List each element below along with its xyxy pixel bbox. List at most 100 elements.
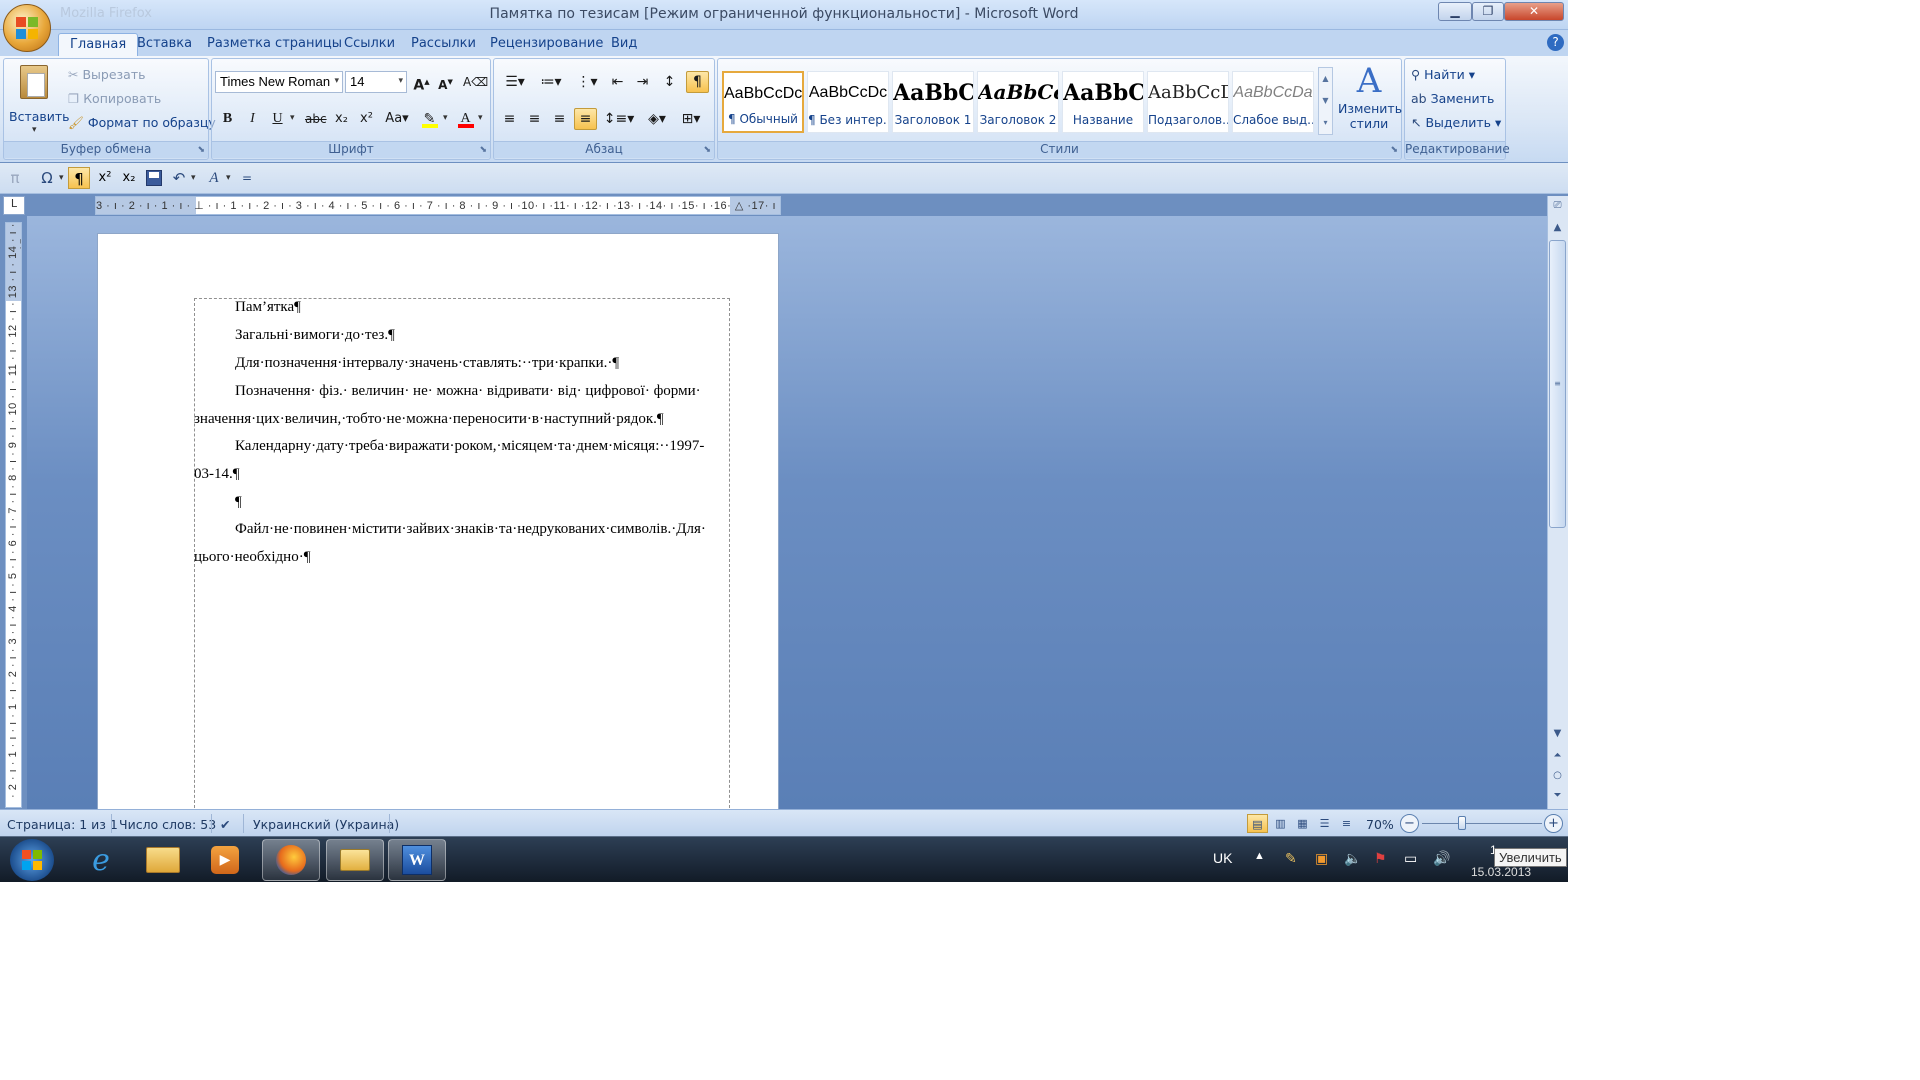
bold-button[interactable]: B [216,108,239,130]
justify-icon[interactable]: ≡ [574,108,597,130]
bullets-icon[interactable]: ☰▾ [498,71,532,93]
chevron-down-icon[interactable]: ▾ [191,173,196,183]
proofing-icon[interactable]: ✔ [220,817,230,832]
line-spacing-icon[interactable]: ↕≡▾ [602,108,636,130]
close-button[interactable]: ✕ [1504,2,1564,21]
doc-paragraph[interactable]: Пам’ятка¶ [235,299,301,316]
volume-mute-icon[interactable]: 🔈 [1344,850,1361,867]
styles-scroll[interactable]: ▲ ▼ ▾ [1318,67,1333,135]
network-icon[interactable]: ▭ [1404,850,1417,867]
browse-object-icon[interactable]: ○ [1549,770,1566,786]
align-right-icon[interactable]: ≡ [548,108,571,130]
ruler-toggle-icon[interactable]: ⎚ [1549,200,1566,216]
media-player-icon[interactable]: ▶ [196,839,254,881]
scroll-down-icon[interactable]: ▼ [1549,728,1566,744]
zoom-slider[interactable] [1422,816,1542,830]
symbol-icon[interactable]: Ω [36,167,58,189]
tab-page-layout[interactable]: Разметка страницы [196,33,353,56]
scroll-thumb[interactable]: ≡ [1549,240,1566,528]
decrease-indent-icon[interactable]: ⇤ [606,71,629,93]
doc-paragraph[interactable]: цього·необхідно·¶ [194,549,311,566]
grow-font-icon[interactable]: A▲ [410,71,433,94]
outline-icon[interactable]: ☰ [1314,814,1335,833]
chevron-down-icon[interactable]: ▾ [290,113,295,123]
change-case-button[interactable]: Aa▾ [382,108,412,130]
find-button[interactable]: ⚲ Найти ▾ [1411,67,1475,82]
clock-date[interactable]: 15.03.2013 [1471,865,1531,879]
tab-view[interactable]: Вид [600,33,648,56]
font-name-select[interactable]: Times New Roman ▾ [215,71,343,93]
full-screen-reading-icon[interactable]: ▥ [1270,814,1291,833]
doc-paragraph[interactable]: Позначення· фіз.· величин· не· можна· ві… [235,383,701,400]
equation-icon[interactable]: π [4,167,26,189]
tab-insert[interactable]: Вставка [126,33,203,56]
style-subtle-emphasis[interactable]: AaBbCcDa Слабое выд... [1232,71,1314,133]
sort-icon[interactable]: ↕ [658,71,681,93]
font-size-select[interactable]: 14 ▾ [345,71,407,93]
superscript-button[interactable]: x² [355,108,378,130]
subscript-icon[interactable]: x₂ [118,167,140,189]
action-center-flag-icon[interactable]: ⚑ [1374,850,1387,867]
replace-button[interactable]: ab Заменить [1411,91,1494,106]
style-subtitle[interactable]: AaBbCcD Подзаголов... [1147,71,1229,133]
start-button[interactable] [10,839,54,881]
doc-paragraph[interactable]: ¶ [235,494,242,511]
dialog-launcher-icon[interactable]: ⬊ [197,145,205,155]
minimize-button[interactable]: ▁ [1438,2,1472,21]
print-layout-icon[interactable]: ▤ [1247,814,1268,833]
page-count[interactable]: Страница: 1 из 1 [7,817,118,832]
doc-paragraph[interactable]: Календарну·дату·треба·виражати·роком,·мі… [235,438,704,455]
borders-icon[interactable]: ⊞▾ [676,108,706,130]
doc-paragraph[interactable]: Для·позначення·інтервалу·значень·ставлят… [235,355,619,372]
explorer-folder-icon[interactable] [134,839,192,881]
shrink-font-icon[interactable]: A▼ [434,71,457,93]
align-center-icon[interactable]: ≡ [523,108,546,130]
shading-icon[interactable]: ◈▾ [642,108,672,130]
zoom-out-icon[interactable]: − [1400,814,1419,833]
zoom-slider-thumb[interactable] [1458,816,1466,830]
language-status[interactable]: Украинский (Украина) [253,817,399,832]
save-icon[interactable] [143,167,165,189]
outlook-icon[interactable] [326,839,384,881]
next-page-icon[interactable]: ⏷ [1549,790,1566,806]
doc-paragraph[interactable]: значення·цих·величин,·тобто·не·можна·пер… [194,411,664,428]
dialog-launcher-icon[interactable]: ⬊ [479,145,487,155]
increase-indent-icon[interactable]: ⇥ [631,71,654,93]
clear-formatting-icon[interactable]: A⌫ [462,71,488,93]
format-painter-button[interactable]: 🖌 Формат по образцу [68,115,216,131]
tab-references[interactable]: Ссылки [333,33,406,56]
dialog-launcher-icon[interactable]: ⬊ [1390,145,1398,155]
highlight-icon[interactable]: ✎ [418,108,441,130]
cut-button[interactable]: ✂ Вырезать [68,67,145,82]
superscript-icon[interactable]: x² [94,167,116,189]
internet-explorer-icon[interactable]: e [72,839,130,881]
zoom-in-icon[interactable]: + [1544,814,1563,833]
tab-selector[interactable]: L [3,196,25,215]
draft-icon[interactable]: ≡ [1336,814,1357,833]
chevron-down-icon[interactable]: ▾ [226,173,231,183]
change-styles-button[interactable]: A Изменить стили [1338,61,1402,141]
dialog-launcher-icon[interactable]: ⬊ [703,145,711,155]
show-formatting-marks-icon[interactable]: ¶ [686,71,709,93]
zoom-level[interactable]: 70% [1366,817,1394,832]
horizontal-ruler[interactable]: 3 · ı · 2 · ı · 1 · ı · ⊥ · ı · 1 · ı · … [95,196,781,215]
italic-button[interactable]: I [241,108,264,130]
select-button[interactable]: ↖ Выделить ▾ [1411,115,1501,130]
scroll-up-icon[interactable]: ▲ [1549,222,1566,238]
underline-button[interactable]: U [266,108,289,130]
align-left-icon[interactable]: ≡ [498,108,521,130]
chevron-down-icon[interactable]: ▾ [59,173,64,183]
undo-icon[interactable]: ↶ [168,167,190,189]
doc-paragraph[interactable]: 03-14.¶ [194,466,240,483]
web-layout-icon[interactable]: ▦ [1292,814,1313,833]
firefox-icon[interactable] [262,839,320,881]
style-heading-1[interactable]: AaBbC Заголовок 1 [892,71,974,133]
word-count[interactable]: Число слов: 53 [119,817,216,832]
customize-toolbar-icon[interactable]: = [236,167,258,189]
speaker-icon[interactable]: 🔊 [1433,850,1450,867]
doc-paragraph[interactable]: Файл·не·повинен·містити·зайвих·знаків·та… [235,521,706,538]
subscript-button[interactable]: x₂ [330,108,353,130]
input-language[interactable]: UK [1213,850,1232,866]
word-icon[interactable]: W [388,839,446,881]
pen-tray-icon[interactable]: ✎ [1285,850,1297,867]
